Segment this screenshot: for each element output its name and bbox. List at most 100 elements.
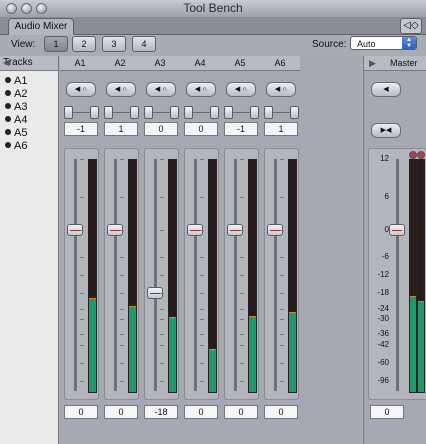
volume-value[interactable]: 0 xyxy=(64,405,98,419)
scale-tick xyxy=(200,230,204,231)
level-meter-fill xyxy=(289,312,296,392)
fader-track xyxy=(74,159,77,391)
volume-value[interactable]: 0 xyxy=(264,405,298,419)
track-item[interactable]: A6 xyxy=(5,140,27,152)
pan-knob-right[interactable] xyxy=(250,106,259,119)
pan-value[interactable]: -1 xyxy=(224,122,258,136)
track-item[interactable]: A3 xyxy=(5,101,27,113)
pan-slider[interactable] xyxy=(104,106,139,119)
pan-value[interactable]: 1 xyxy=(264,122,298,136)
source-label: Source: xyxy=(312,39,347,50)
volume-value[interactable]: 0 xyxy=(184,405,218,419)
clip-indicator[interactable] xyxy=(409,151,417,159)
pan-slider[interactable] xyxy=(224,106,259,119)
master-meter-right xyxy=(417,159,425,393)
pan-knob[interactable] xyxy=(104,106,113,119)
speaker-mute-icon: ◀ xyxy=(383,86,389,93)
scale-label: -12 xyxy=(377,270,389,279)
master-fader-thumb[interactable] xyxy=(389,224,405,236)
track-label: A4 xyxy=(14,114,28,126)
fader-track xyxy=(154,159,157,391)
channel-strip-a1: A1 ◀ ∩ -1 0 xyxy=(60,56,100,444)
pan-knob-right[interactable] xyxy=(170,106,179,119)
expand-icon[interactable]: ▶ xyxy=(369,56,376,70)
scale-tick xyxy=(240,275,244,276)
level-meter xyxy=(168,159,177,393)
pan-value[interactable]: 1 xyxy=(104,122,138,136)
scale-tick xyxy=(280,363,284,364)
view-button-1[interactable]: 1 xyxy=(44,36,68,52)
volume-value[interactable]: -18 xyxy=(144,405,178,419)
scale-tick xyxy=(280,275,284,276)
track-item[interactable]: A4 xyxy=(5,114,27,126)
view-button-4[interactable]: 4 xyxy=(132,36,156,52)
pan-knob[interactable] xyxy=(224,106,233,119)
view-button-2[interactable]: 2 xyxy=(72,36,96,52)
mute-solo-button[interactable]: ◀ ∩ xyxy=(106,82,136,97)
volume-fader xyxy=(104,148,139,400)
mute-solo-button[interactable]: ◀ ∩ xyxy=(66,82,96,97)
scale-tick xyxy=(200,309,204,310)
track-item[interactable]: A5 xyxy=(5,127,27,139)
source-select[interactable]: Auto ▲ ▼ xyxy=(350,36,417,50)
speaker-icon: ◀ xyxy=(274,86,281,93)
view-button-3[interactable]: 3 xyxy=(102,36,126,52)
track-item[interactable]: A2 xyxy=(5,88,27,100)
pan-slider[interactable] xyxy=(264,106,299,119)
pan-knob-right[interactable] xyxy=(210,106,219,119)
pan-value[interactable]: -1 xyxy=(64,122,98,136)
tab-audio-mixer[interactable]: Audio Mixer xyxy=(8,18,74,35)
pan-knob-right[interactable] xyxy=(290,106,299,119)
pan-knob[interactable] xyxy=(144,106,153,119)
master-downmix-button[interactable]: ▶◀ xyxy=(371,123,401,138)
scale-tick xyxy=(240,334,244,335)
track-item[interactable]: A1 xyxy=(5,75,27,87)
track-label: A5 xyxy=(14,127,28,139)
scale-tick xyxy=(120,159,124,160)
mute-solo-button[interactable]: ◀ ∩ xyxy=(226,82,256,97)
scale-tick xyxy=(240,363,244,364)
mute-solo-button[interactable]: ◀ ∩ xyxy=(146,82,176,97)
scale-tick xyxy=(160,334,164,335)
volume-value[interactable]: 0 xyxy=(224,405,258,419)
scale-tick xyxy=(120,319,124,320)
scale-tick xyxy=(200,345,204,346)
scale-tick xyxy=(200,381,204,382)
master-fader: 12 6 0 -6 -12 -18 -24 -30 -36 -42 -60 -96 xyxy=(368,148,426,400)
pan-knob-right[interactable] xyxy=(90,106,99,119)
channel-strip-a5: A5 ◀ ∩ -1 0 xyxy=(220,56,260,444)
scale-tick xyxy=(120,293,124,294)
master-volume-value[interactable]: 0 xyxy=(370,405,404,419)
level-meter-fill xyxy=(249,315,256,392)
pan-knob-right[interactable] xyxy=(130,106,139,119)
collapse-left-icon[interactable]: ◀ xyxy=(3,58,54,67)
master-mute-button[interactable]: ◀ xyxy=(371,82,401,97)
pan-slider[interactable] xyxy=(184,106,219,119)
scale-tick xyxy=(120,334,124,335)
volume-value[interactable]: 0 xyxy=(104,405,138,419)
clip-indicator[interactable] xyxy=(417,151,425,159)
channel-strip-a4: A4 ◀ ∩ 0 0 xyxy=(180,56,220,444)
mute-solo-button[interactable]: ◀ ∩ xyxy=(186,82,216,97)
pan-slider[interactable] xyxy=(64,106,99,119)
pan-value[interactable]: 0 xyxy=(184,122,218,136)
scale-tick xyxy=(120,309,124,310)
view-row: View: 1 2 3 4 Source: Auto ▲ ▼ xyxy=(0,35,426,55)
scale-tick xyxy=(200,293,204,294)
pan-slider[interactable] xyxy=(144,106,179,119)
scale-tick xyxy=(80,381,84,382)
pan-value[interactable]: 0 xyxy=(144,122,178,136)
speaker-icon[interactable]: ◁◇ xyxy=(400,18,422,34)
pan-knob[interactable] xyxy=(184,106,193,119)
track-dot-icon xyxy=(5,90,11,96)
scale-tick xyxy=(80,345,84,346)
scale-tick xyxy=(80,319,84,320)
pan-knob[interactable] xyxy=(64,106,73,119)
scale-tick xyxy=(160,363,164,364)
pan-knob[interactable] xyxy=(264,106,273,119)
master-header: ▶ Master xyxy=(364,56,426,71)
source-value: Auto xyxy=(357,39,376,49)
volume-fader xyxy=(64,148,99,400)
scale-tick xyxy=(200,197,204,198)
mute-solo-button[interactable]: ◀ ∩ xyxy=(266,82,296,97)
